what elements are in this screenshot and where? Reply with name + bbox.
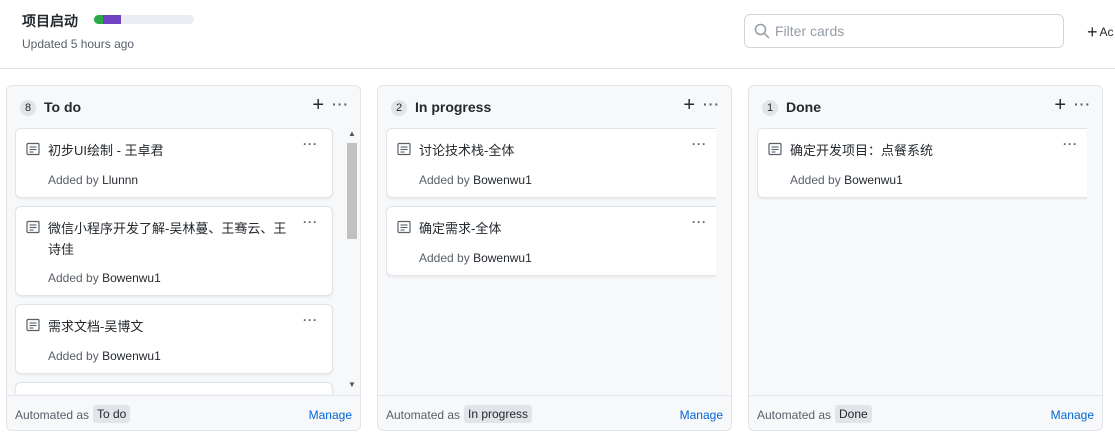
column-menu-button[interactable]: ··· bbox=[703, 96, 720, 112]
project-progress-bar bbox=[94, 15, 194, 24]
column-card-count: 2 bbox=[391, 100, 407, 116]
automated-as-label: Automated as bbox=[386, 408, 461, 422]
column-menu-button[interactable]: ··· bbox=[332, 96, 349, 112]
added-by-label: Added by bbox=[48, 173, 99, 187]
note-icon bbox=[26, 318, 40, 332]
scroll-up-arrow-icon[interactable]: ▲ bbox=[348, 129, 356, 138]
card-menu-button[interactable]: ··· bbox=[303, 137, 318, 151]
column-name[interactable]: In progress bbox=[415, 99, 491, 115]
automation-badge: To do bbox=[93, 405, 131, 423]
column-card-count: 8 bbox=[20, 100, 36, 116]
automated-as-label: Automated as bbox=[757, 408, 832, 422]
search-icon bbox=[754, 23, 770, 39]
card-list[interactable]: 初步UI绘制 - 王卓君 Added by Llunnn ··· 微信小程序开发… bbox=[15, 128, 345, 394]
card-list[interactable]: 确定开发项目：点餐系统 Added by Bowenwu1 ··· bbox=[757, 128, 1087, 394]
card[interactable]: 确定需求-全体 Added by Bowenwu1 ··· bbox=[386, 206, 716, 276]
automation-badge: In progress bbox=[464, 405, 533, 423]
progress-done-segment bbox=[94, 15, 103, 24]
column-name[interactable]: To do bbox=[44, 99, 81, 115]
card[interactable]: 确定开发项目：点餐系统 Added by Bowenwu1 ··· bbox=[757, 128, 1087, 198]
column-done: 1 Done + ··· 确定开发项目：点餐系统 Added by Bowenw… bbox=[748, 85, 1103, 431]
note-icon bbox=[26, 220, 40, 234]
added-by-label: Added by bbox=[419, 173, 470, 187]
column-todo: 8 To do + ··· 初步UI绘制 - 王卓君 Added by Llun… bbox=[6, 85, 361, 431]
card-menu-button[interactable]: ··· bbox=[692, 137, 707, 151]
card-meta: Added by Bowenwu1 bbox=[48, 271, 161, 285]
card-menu-button[interactable]: ··· bbox=[303, 215, 318, 229]
added-by-label: Added by bbox=[48, 271, 99, 285]
card-title: 微信小程序开发了解-吴林蔓、王骞云、王诗佳 bbox=[48, 221, 287, 257]
automated-as-label: Automated as bbox=[15, 408, 90, 422]
scroll-down-arrow-icon[interactable]: ▼ bbox=[348, 380, 356, 389]
card-title: 讨论技术栈-全体 bbox=[419, 143, 515, 158]
manage-automation-link[interactable]: Manage bbox=[1051, 408, 1094, 422]
card-author-link[interactable]: Bowenwu1 bbox=[473, 251, 532, 265]
filter-cards-input[interactable] bbox=[775, 21, 1055, 41]
add-card-button[interactable]: + bbox=[312, 95, 324, 115]
card[interactable]: 初步UI绘制 - 王卓君 Added by Llunnn ··· bbox=[15, 128, 333, 198]
column-header: 8 To do + ··· bbox=[7, 86, 360, 128]
add-card-button[interactable]: + bbox=[1054, 95, 1066, 115]
card-menu-button[interactable]: ··· bbox=[1063, 137, 1078, 151]
column-footer: Automated as In progress Manage bbox=[378, 395, 731, 430]
automation-badge: Done bbox=[835, 405, 872, 423]
card-meta: Added by Bowenwu1 bbox=[419, 251, 532, 265]
note-icon bbox=[768, 142, 782, 156]
card-author-link[interactable]: Bowenwu1 bbox=[102, 349, 161, 363]
add-card-button[interactable]: + bbox=[683, 95, 695, 115]
column-menu-button[interactable]: ··· bbox=[1074, 96, 1091, 112]
card-partial[interactable] bbox=[15, 382, 333, 394]
card-meta: Added by Bowenwu1 bbox=[48, 349, 161, 363]
filter-cards-field[interactable] bbox=[744, 14, 1064, 48]
column-card-count: 1 bbox=[762, 100, 778, 116]
column-header: 1 Done + ··· bbox=[749, 86, 1102, 128]
updated-timestamp: Updated 5 hours ago bbox=[22, 37, 135, 51]
card-author-link[interactable]: Bowenwu1 bbox=[473, 173, 532, 187]
column-name[interactable]: Done bbox=[786, 99, 821, 115]
card-list-scrollbar[interactable]: ▲ ▼ bbox=[345, 128, 359, 394]
card-meta: Added by Llunnn bbox=[48, 173, 138, 187]
manage-automation-link[interactable]: Manage bbox=[309, 408, 352, 422]
card-meta: Added by Bowenwu1 bbox=[419, 173, 532, 187]
card[interactable]: 微信小程序开发了解-吴林蔓、王骞云、王诗佳 Added by Bowenwu1 … bbox=[15, 206, 333, 296]
plus-icon: + bbox=[1087, 22, 1098, 42]
card-title: 确定需求-全体 bbox=[419, 221, 502, 236]
added-by-label: Added by bbox=[48, 349, 99, 363]
progress-in-progress-segment bbox=[103, 15, 121, 24]
card-menu-button[interactable]: ··· bbox=[303, 313, 318, 327]
card[interactable]: 需求文档-吴博文 Added by Bowenwu1 ··· bbox=[15, 304, 333, 374]
note-icon bbox=[397, 220, 411, 234]
card-author-link[interactable]: Bowenwu1 bbox=[102, 271, 161, 285]
added-by-label: Added by bbox=[790, 173, 841, 187]
note-icon bbox=[26, 142, 40, 156]
column-footer: Automated as Done Manage bbox=[749, 395, 1102, 430]
card-meta: Added by Bowenwu1 bbox=[790, 173, 903, 187]
note-icon bbox=[397, 142, 411, 156]
project-title[interactable]: 项目启动 bbox=[22, 11, 78, 31]
column-footer: Automated as To do Manage bbox=[7, 395, 360, 430]
card-title: 需求文档-吴博文 bbox=[48, 319, 144, 334]
added-by-label: Added by bbox=[419, 251, 470, 265]
column-header: 2 In progress + ··· bbox=[378, 86, 731, 128]
project-header: 项目启动 Updated 5 hours ago + Ac bbox=[0, 0, 1115, 69]
card-title: 初步UI绘制 - 王卓君 bbox=[48, 143, 164, 158]
card-author-link[interactable]: Bowenwu1 bbox=[844, 173, 903, 187]
column-in-progress: 2 In progress + ··· 讨论技术栈-全体 Added by Bo… bbox=[377, 85, 732, 431]
add-column-label: Ac bbox=[1099, 25, 1114, 39]
card[interactable]: 讨论技术栈-全体 Added by Bowenwu1 ··· bbox=[386, 128, 716, 198]
card-menu-button[interactable]: ··· bbox=[692, 215, 707, 229]
card-author-link[interactable]: Llunnn bbox=[102, 173, 138, 187]
manage-automation-link[interactable]: Manage bbox=[680, 408, 723, 422]
card-title: 确定开发项目：点餐系统 bbox=[790, 143, 934, 158]
card-list[interactable]: 讨论技术栈-全体 Added by Bowenwu1 ··· 确定需求-全体 A… bbox=[386, 128, 716, 394]
add-column-button[interactable]: + Ac bbox=[1087, 22, 1114, 42]
scrollbar-thumb[interactable] bbox=[347, 143, 357, 239]
